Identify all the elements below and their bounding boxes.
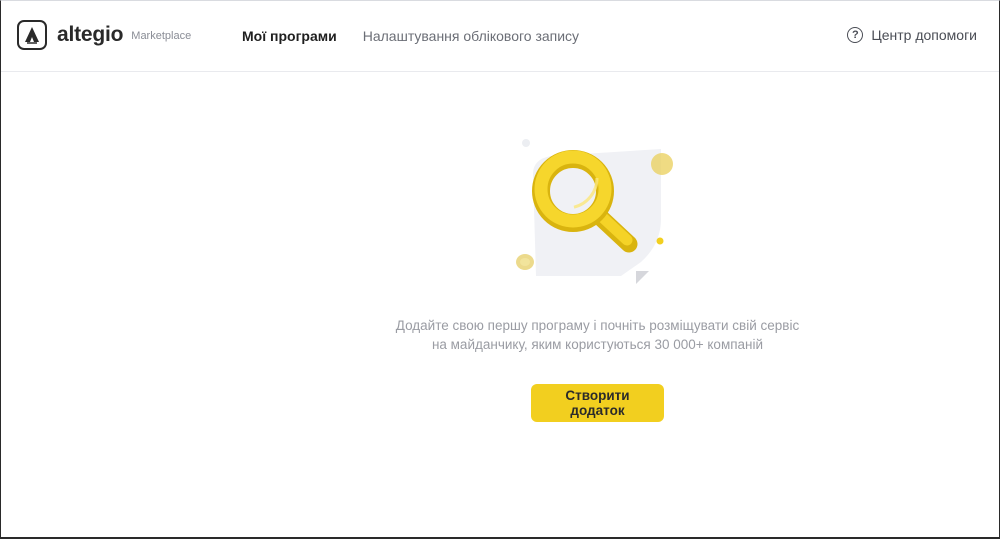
help-center-link[interactable]: ? Центр допомоги bbox=[847, 27, 977, 43]
empty-state-line-2: на майданчику, яким користуються 30 000+… bbox=[431, 337, 764, 352]
app-window: altegio Marketplace Мої програми Налашту… bbox=[0, 0, 1000, 539]
brand-subtitle: Marketplace bbox=[131, 30, 192, 42]
empty-state-message: Додайте свою першу програму і почніть ро… bbox=[1, 316, 999, 354]
create-app-button[interactable]: Створити додаток bbox=[531, 384, 664, 422]
nav-item-my-apps[interactable]: Мої програми bbox=[242, 28, 337, 44]
help-center-label: Центр допомоги bbox=[871, 27, 977, 43]
main-nav: Мої програми Налаштування облікового зап… bbox=[242, 28, 579, 44]
empty-state-line-1: Додайте свою першу програму і почніть ро… bbox=[395, 318, 800, 333]
question-circle-icon: ? bbox=[847, 27, 864, 43]
top-header: altegio Marketplace Мої програми Налашту… bbox=[1, 1, 999, 72]
magnifier-illustration bbox=[511, 134, 686, 289]
nav-item-account-settings[interactable]: Налаштування облікового запису bbox=[363, 28, 579, 44]
brand-logo[interactable]: altegio Marketplace bbox=[17, 20, 191, 50]
altegio-logo-icon bbox=[17, 20, 47, 50]
brand-name: altegio bbox=[57, 23, 124, 46]
